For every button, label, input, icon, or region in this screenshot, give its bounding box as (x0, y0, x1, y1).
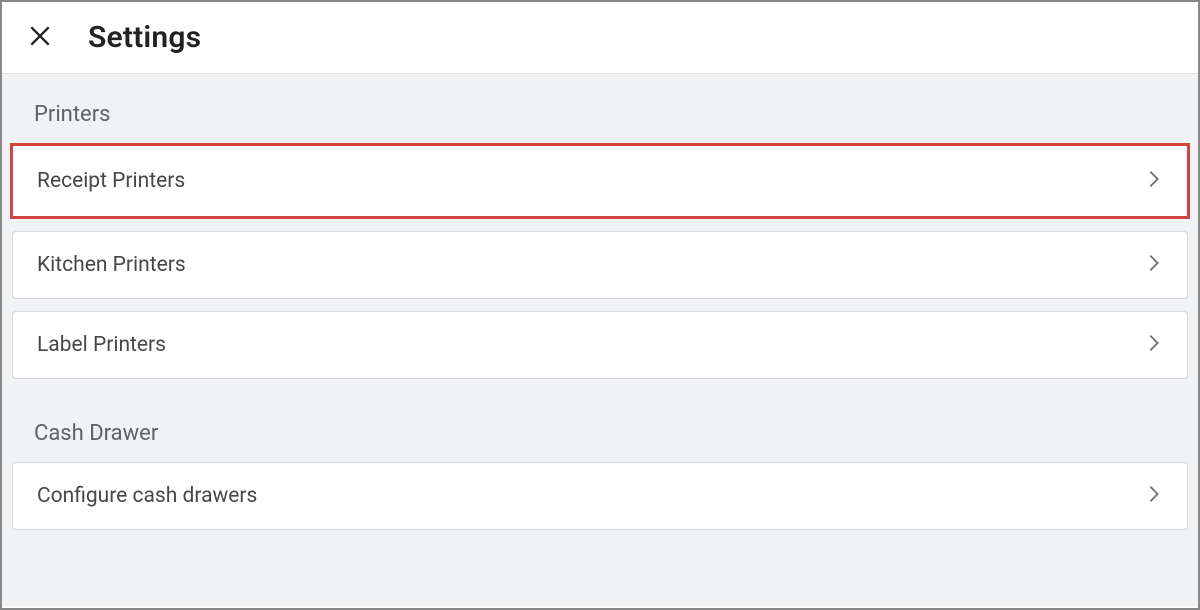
chevron-right-icon (1143, 483, 1165, 509)
list-item-kitchen-printers[interactable]: Kitchen Printers (12, 231, 1188, 299)
page-title: Settings (88, 20, 201, 55)
section-heading-cash-drawer: Cash Drawer (10, 413, 1190, 462)
list-item-configure-cash-drawers[interactable]: Configure cash drawers (12, 462, 1188, 530)
list-item-label: Label Printers (37, 333, 166, 357)
close-button[interactable] (24, 22, 56, 54)
chevron-right-icon (1143, 168, 1165, 194)
settings-header: Settings (2, 2, 1198, 74)
list-item-label: Configure cash drawers (37, 484, 257, 508)
close-icon (27, 23, 53, 53)
list-item-label: Receipt Printers (37, 169, 185, 193)
chevron-right-icon (1143, 252, 1165, 278)
chevron-right-icon (1143, 332, 1165, 358)
list-item-label: Kitchen Printers (37, 253, 186, 277)
settings-content: Printers Receipt Printers Kitchen Printe… (2, 74, 1198, 606)
list-item-receipt-printers[interactable]: Receipt Printers (10, 143, 1190, 219)
list-item-label-printers[interactable]: Label Printers (12, 311, 1188, 379)
section-heading-printers: Printers (10, 94, 1190, 143)
